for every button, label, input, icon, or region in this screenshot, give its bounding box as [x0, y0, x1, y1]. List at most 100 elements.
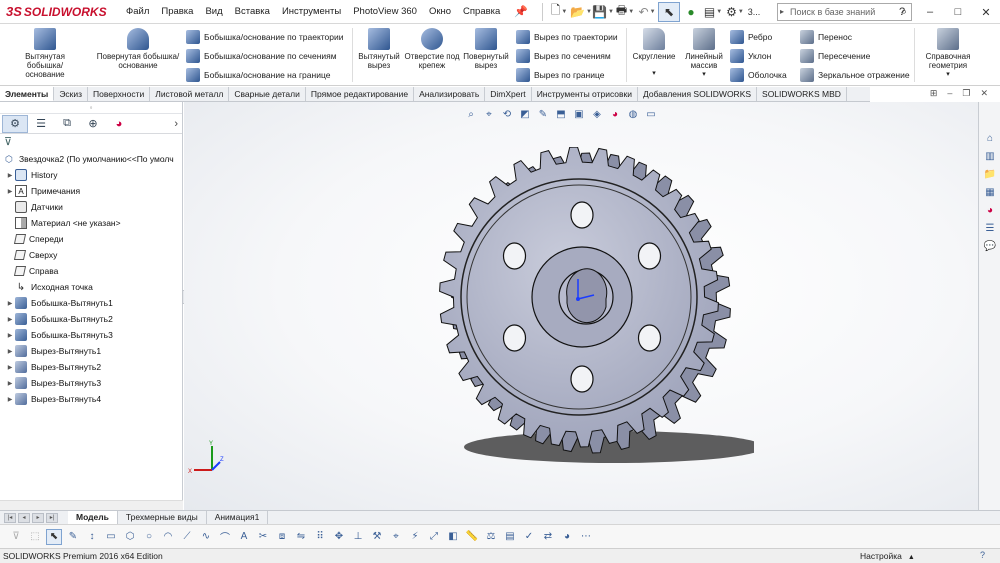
menu-photoview[interactable]: PhotoView 360 — [347, 0, 423, 24]
trim-icon[interactable]: ✂ — [255, 529, 271, 545]
property-manager-tab-icon[interactable]: ☰ — [28, 115, 54, 133]
open-icon[interactable]: 📂 ▼ — [570, 2, 592, 22]
chevron-right-icon[interactable]: › — [174, 118, 178, 130]
reference-geometry-button[interactable]: Справочная геометрия ▾ — [918, 28, 978, 79]
print-icon[interactable]: 🖶 ▼ — [614, 2, 636, 22]
tab-evaluate[interactable]: Анализировать — [414, 87, 486, 101]
render-icon[interactable]: ◕ — [559, 529, 575, 545]
fillet-dropdown-icon[interactable]: ▾ — [628, 69, 680, 78]
spline-icon[interactable]: ∿ — [198, 529, 214, 545]
doc-restore-icon[interactable]: ❐ — [962, 88, 970, 102]
extrude-cut-button[interactable]: Вытянутый вырез — [356, 28, 402, 70]
expand-arrow-icon[interactable]: ▶ — [5, 332, 15, 339]
file-explorer-icon[interactable]: 📁 — [981, 166, 999, 182]
linear-pattern-button[interactable]: Линейный массив ▾ — [682, 28, 726, 79]
arc-icon[interactable]: ◠ — [160, 529, 176, 545]
menu-file[interactable]: Файл — [120, 0, 155, 24]
measure-icon[interactable]: 📏 — [464, 529, 480, 545]
tab-render-tools[interactable]: Инструменты отрисовки — [532, 87, 639, 101]
revolve-cut-button[interactable]: Повернутый вырез — [460, 28, 512, 70]
prev-tab-icon[interactable]: ◂ — [18, 512, 30, 523]
zoom-to-fit-icon[interactable]: ⌕ — [464, 107, 478, 121]
view-orientation-icon[interactable]: ⬒ — [554, 107, 568, 121]
relations-icon[interactable]: ⊥ — [350, 529, 366, 545]
reference-triad[interactable]: Y X Z — [188, 440, 228, 480]
filter-icon[interactable]: ⊽ — [4, 136, 12, 148]
apply-scene-icon[interactable]: ◍ — [626, 107, 640, 121]
intersect-button[interactable]: Пересечение — [800, 47, 870, 65]
edit-appearance-icon[interactable]: ◕ — [608, 107, 622, 121]
boundary-boss-button[interactable]: Бобышка/основание на границе — [186, 66, 330, 84]
tree-item-sensors[interactable]: Датчики — [0, 199, 182, 215]
tree-item-top-plane[interactable]: Сверху — [0, 247, 182, 263]
offset-icon[interactable]: ⧈ — [274, 529, 290, 545]
panel-horizontal-scrollbar[interactable] — [0, 500, 183, 510]
sweep-cut-button[interactable]: Вырез по траектории — [516, 28, 618, 46]
circle-icon[interactable]: ○ — [141, 529, 157, 545]
fillet-button[interactable]: Скругление ▾ — [628, 28, 680, 78]
previous-view-icon[interactable]: ⟲ — [500, 107, 514, 121]
tree-item-right-plane[interactable]: Справа — [0, 263, 182, 279]
doc-minimize-icon[interactable]: – — [947, 88, 952, 102]
sketch-icon[interactable]: ✎ — [65, 529, 81, 545]
tab-surfaces[interactable]: Поверхности — [88, 87, 151, 101]
tree-item-origin[interactable]: ↳ Исходная точка — [0, 279, 182, 295]
menu-help[interactable]: Справка — [457, 0, 506, 24]
loft-cut-button[interactable]: Вырез по сечениям — [516, 47, 611, 65]
overflow-menu[interactable]: 3... — [746, 2, 762, 22]
select-pointer-icon[interactable]: ⬉ — [46, 528, 62, 545]
expand-arrow-icon[interactable]: ▶ — [5, 396, 15, 403]
menu-edit[interactable]: Правка — [155, 0, 199, 24]
forum-icon[interactable]: 💬 — [981, 238, 999, 254]
pattern-dropdown-icon[interactable]: ▾ — [682, 70, 726, 79]
tab-features[interactable]: Элементы — [0, 87, 55, 101]
filter-icon[interactable]: ⊽ — [8, 529, 24, 545]
compare-icon[interactable]: ⇄ — [540, 529, 556, 545]
display-manager-tab-icon[interactable]: ◕ — [106, 115, 132, 133]
zoom-to-area-icon[interactable]: ⌖ — [482, 107, 496, 121]
graphics-area[interactable]: ⌕ ⌖ ⟲ ◩ ✎ ⬒ ▣ ◈ ◕ ◍ ▭ Y X Z — [184, 102, 978, 510]
boundary-cut-button[interactable]: Вырез по границе — [516, 66, 605, 84]
tree-item-history[interactable]: ▶ History — [0, 167, 182, 183]
first-tab-icon[interactable]: |◂ — [4, 512, 16, 523]
tree-item-cut-extrude2[interactable]: ▶ Вырез-Вытянуть2 — [0, 359, 182, 375]
solidworks-resources-icon[interactable]: ⌂ — [981, 130, 999, 146]
solidworks-logo[interactable]: 3S SOLIDWORKS — [0, 0, 120, 24]
last-tab-icon[interactable]: ▸| — [46, 512, 58, 523]
menu-tools[interactable]: Инструменты — [276, 0, 347, 24]
rib-button[interactable]: Ребро — [730, 28, 772, 46]
tree-filter[interactable]: ⊽ — [0, 134, 182, 150]
extrude-boss-button[interactable]: Вытянутая бобышка/основание — [8, 28, 82, 79]
rapid-sketch-icon[interactable]: ⚡ — [407, 529, 423, 545]
expand-arrow-icon[interactable]: ▶ — [5, 172, 15, 179]
section-view-icon[interactable]: ◩ — [518, 107, 532, 121]
save-icon[interactable]: 💾 ▼ — [592, 2, 614, 22]
expand-arrow-icon[interactable]: ▶ — [5, 380, 15, 387]
tree-item-cut-extrude3[interactable]: ▶ Вырез-Вытянуть3 — [0, 375, 182, 391]
move-entities-icon[interactable]: ✥ — [331, 529, 347, 545]
custom-properties-icon[interactable]: ☰ — [981, 220, 999, 236]
expand-arrow-icon[interactable]: ▶ — [5, 348, 15, 355]
expand-arrow-icon[interactable]: ▶ — [5, 316, 15, 323]
tab-dimxpert[interactable]: DimXpert — [485, 87, 532, 101]
search-scope-icon[interactable]: ▸ — [780, 4, 784, 20]
undo-icon[interactable]: ↶ ▼ — [636, 2, 658, 22]
sweep-boss-button[interactable]: Бобышка/основание по траектории — [186, 28, 344, 46]
tab-3d-views[interactable]: Трехмерные виды — [118, 511, 207, 524]
tab-model[interactable]: Модель — [68, 511, 118, 524]
expand-arrow-icon[interactable]: ▶ — [5, 364, 15, 371]
rebuild-icon[interactable]: ● — [680, 2, 702, 22]
view-palette-icon[interactable]: ▦ — [981, 184, 999, 200]
quick-snaps-icon[interactable]: ⌖ — [388, 529, 404, 545]
smart-dimension-icon[interactable]: ↕ — [84, 529, 100, 545]
panel-grip-handle[interactable]: ◦ — [0, 102, 182, 114]
dynamic-annotation-icon[interactable]: ✎ — [536, 107, 550, 121]
fillet-sketch-icon[interactable]: ⌒ — [217, 529, 233, 545]
status-help-icon[interactable]: ? — [980, 550, 985, 560]
design-library-icon[interactable]: ▥ — [981, 148, 999, 164]
loft-boss-button[interactable]: Бобышка/основание по сечениям — [186, 47, 337, 65]
configuration-manager-tab-icon[interactable]: ⧉ — [54, 115, 80, 133]
view-settings-icon[interactable]: ▭ — [644, 107, 658, 121]
text-icon[interactable]: A — [236, 529, 252, 545]
file-properties-icon[interactable]: ▤ ▼ — [702, 2, 724, 22]
